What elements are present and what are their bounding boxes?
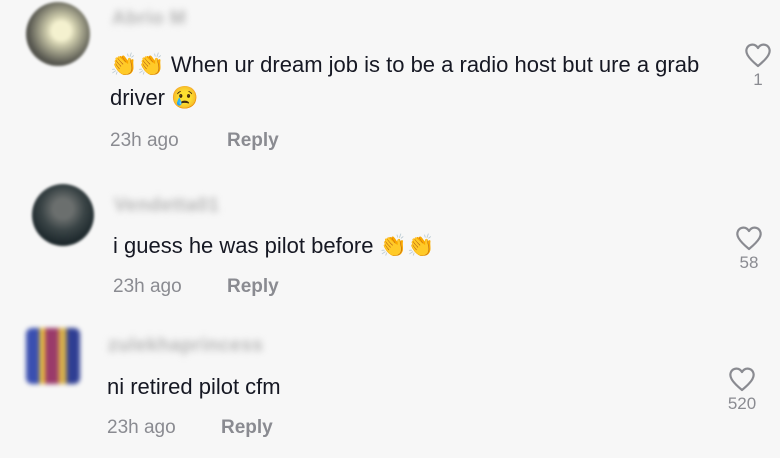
reply-button[interactable]: Reply — [227, 130, 279, 152]
reply-button[interactable]: Reply — [227, 276, 279, 298]
like-count: 520 — [727, 394, 757, 413]
like-button[interactable]: 520 — [722, 366, 762, 414]
like-count: 58 — [739, 253, 759, 272]
comment-timestamp: 23h ago — [110, 130, 179, 151]
heart-icon — [736, 226, 762, 251]
like-button[interactable]: 1 — [738, 42, 778, 90]
avatar[interactable] — [26, 2, 90, 66]
comment-username[interactable]: Vendetta01 — [114, 195, 219, 217]
avatar[interactable] — [26, 328, 80, 384]
comment-timestamp: 23h ago — [107, 417, 176, 438]
like-button[interactable]: 58 — [729, 225, 769, 273]
like-count: 1 — [753, 70, 763, 89]
comment-text: 👏👏 When ur dream job is to be a radio ho… — [110, 48, 710, 114]
avatar[interactable] — [32, 184, 94, 246]
comment-username[interactable]: Abrio M — [112, 8, 186, 30]
heart-icon — [729, 367, 755, 392]
comment-username[interactable]: zulekhaprincess — [108, 335, 263, 357]
comment-text: i guess he was pilot before 👏👏 — [113, 233, 435, 258]
clap-emoji: 👏👏 — [110, 52, 165, 77]
comment-text-body: When ur dream job is to be a radio host … — [110, 52, 700, 110]
reply-button[interactable]: Reply — [221, 417, 273, 439]
comment-text: ni retired pilot cfm — [107, 374, 281, 399]
comment-timestamp: 23h ago — [113, 276, 182, 297]
heart-icon — [745, 43, 771, 68]
